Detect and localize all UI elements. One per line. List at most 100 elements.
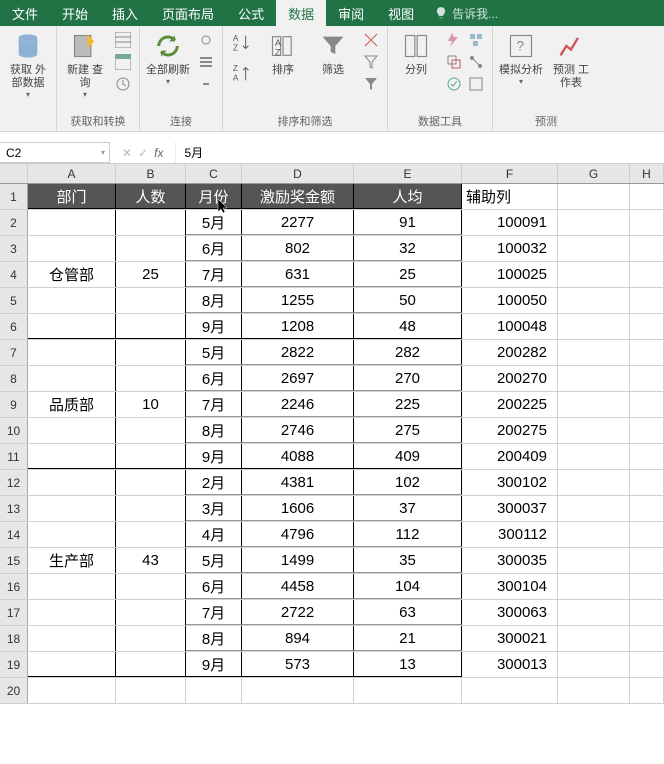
row-header[interactable]: 2: [0, 210, 28, 235]
cell[interactable]: 200275: [462, 418, 558, 443]
row-header[interactable]: 11: [0, 444, 28, 469]
cell[interactable]: [116, 496, 186, 521]
row-header[interactable]: 6: [0, 314, 28, 339]
show-queries-button[interactable]: [113, 30, 133, 50]
header-cell[interactable]: 月份: [186, 184, 242, 209]
cell[interactable]: [186, 678, 242, 703]
cell[interactable]: 409: [354, 444, 462, 469]
cell[interactable]: [630, 626, 664, 651]
cell[interactable]: [630, 366, 664, 391]
cell[interactable]: 2722: [242, 600, 354, 625]
cell[interactable]: 5月: [186, 340, 242, 365]
advanced-filter-button[interactable]: [361, 74, 381, 94]
flash-fill-button[interactable]: [444, 30, 464, 50]
cell[interactable]: 270: [354, 366, 462, 391]
tab-review[interactable]: 审阅: [326, 0, 376, 26]
cell[interactable]: 1499: [242, 548, 354, 573]
cell[interactable]: 2277: [242, 210, 354, 235]
what-if-button[interactable]: ? 模拟分析 ▾: [499, 30, 543, 86]
cell[interactable]: 4月: [186, 522, 242, 547]
cell[interactable]: 894: [242, 626, 354, 651]
sort-asc-button[interactable]: AZ: [229, 30, 255, 56]
cell[interactable]: 300021: [462, 626, 558, 651]
cell[interactable]: [116, 366, 186, 391]
cell[interactable]: 37: [354, 496, 462, 521]
cell[interactable]: [558, 496, 630, 521]
cell[interactable]: 1606: [242, 496, 354, 521]
row-header[interactable]: 17: [0, 600, 28, 625]
cell[interactable]: 100032: [462, 236, 558, 261]
clear-filter-button[interactable]: [361, 30, 381, 50]
cell[interactable]: [558, 184, 630, 209]
cell[interactable]: 6月: [186, 236, 242, 261]
cell[interactable]: [28, 444, 116, 469]
tab-view[interactable]: 视图: [376, 0, 426, 26]
col-header[interactable]: G: [558, 164, 630, 183]
cell[interactable]: [116, 470, 186, 495]
select-all-corner[interactable]: [0, 164, 28, 183]
fx-icon[interactable]: fx: [154, 146, 163, 160]
cell[interactable]: [116, 236, 186, 261]
cell[interactable]: [116, 574, 186, 599]
data-validation-button[interactable]: [444, 74, 464, 94]
cell[interactable]: 1208: [242, 314, 354, 339]
cell[interactable]: 2246: [242, 392, 354, 417]
row-header[interactable]: 4: [0, 262, 28, 287]
tab-layout[interactable]: 页面布局: [150, 0, 226, 26]
row-header[interactable]: 9: [0, 392, 28, 417]
cell[interactable]: 5月: [186, 210, 242, 235]
cell[interactable]: [558, 236, 630, 261]
cell[interactable]: 275: [354, 418, 462, 443]
cell[interactable]: 品质部: [28, 392, 116, 417]
row-header[interactable]: 12: [0, 470, 28, 495]
cell[interactable]: [28, 470, 116, 495]
cell[interactable]: [116, 210, 186, 235]
row-header[interactable]: 10: [0, 418, 28, 443]
cell[interactable]: 10: [116, 392, 186, 417]
confirm-icon[interactable]: ✓: [138, 146, 148, 160]
name-box[interactable]: C2 ▾: [0, 142, 110, 163]
cell[interactable]: [558, 548, 630, 573]
cell[interactable]: 8月: [186, 418, 242, 443]
cell[interactable]: 2697: [242, 366, 354, 391]
cell[interactable]: 200225: [462, 392, 558, 417]
cell[interactable]: [242, 678, 354, 703]
cell[interactable]: 4458: [242, 574, 354, 599]
cell[interactable]: [28, 652, 116, 677]
cell[interactable]: 9月: [186, 652, 242, 677]
spreadsheet-grid[interactable]: A B C D E F G H 1部门人数月份激励奖金额人均辅助列25月2277…: [0, 164, 664, 704]
cell[interactable]: [558, 470, 630, 495]
cell[interactable]: 1255: [242, 288, 354, 313]
cell[interactable]: 4796: [242, 522, 354, 547]
tab-data[interactable]: 数据: [276, 0, 326, 26]
cell[interactable]: [28, 366, 116, 391]
consolidate-button[interactable]: [466, 30, 486, 50]
cell[interactable]: [558, 366, 630, 391]
row-header[interactable]: 8: [0, 366, 28, 391]
cell[interactable]: [116, 444, 186, 469]
cell[interactable]: [116, 314, 186, 339]
cell[interactable]: [558, 600, 630, 625]
col-header[interactable]: E: [354, 164, 462, 183]
cell[interactable]: 仓管部: [28, 262, 116, 287]
cell[interactable]: 631: [242, 262, 354, 287]
cell[interactable]: [558, 678, 630, 703]
cell[interactable]: [558, 444, 630, 469]
cell[interactable]: 100050: [462, 288, 558, 313]
col-header[interactable]: C: [186, 164, 242, 183]
reapply-button[interactable]: [361, 52, 381, 72]
cell[interactable]: [558, 626, 630, 651]
cell[interactable]: [558, 314, 630, 339]
cell[interactable]: 200282: [462, 340, 558, 365]
header-cell[interactable]: 激励奖金额: [242, 184, 354, 209]
cell[interactable]: [630, 418, 664, 443]
cell[interactable]: 7月: [186, 392, 242, 417]
tab-home[interactable]: 开始: [50, 0, 100, 26]
row-header[interactable]: 19: [0, 652, 28, 677]
relationships-button[interactable]: [466, 52, 486, 72]
get-external-data-button[interactable]: 获取 外部数据 ▾: [6, 30, 50, 99]
cell[interactable]: 9月: [186, 444, 242, 469]
cell[interactable]: [116, 288, 186, 313]
header-cell[interactable]: 部门: [28, 184, 116, 209]
cell[interactable]: 5月: [186, 548, 242, 573]
